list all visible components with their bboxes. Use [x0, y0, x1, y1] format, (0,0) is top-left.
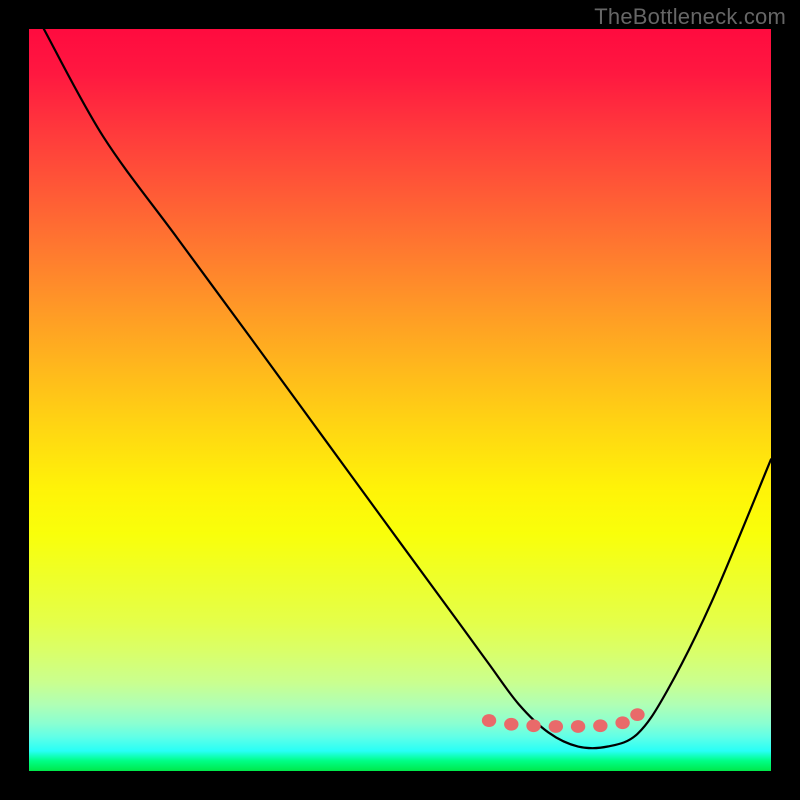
bottleneck-curve	[44, 29, 771, 748]
marker-dot	[571, 720, 585, 733]
marker-dot	[630, 708, 644, 721]
chart-frame: TheBottleneck.com	[0, 0, 800, 800]
valley-markers	[482, 708, 645, 733]
chart-svg	[29, 29, 771, 771]
marker-dot	[615, 716, 629, 729]
marker-dot	[593, 719, 607, 732]
marker-dot	[504, 718, 518, 731]
marker-dot	[526, 719, 540, 732]
marker-dot	[549, 720, 563, 733]
marker-dot	[482, 714, 496, 727]
watermark-label: TheBottleneck.com	[594, 4, 786, 30]
